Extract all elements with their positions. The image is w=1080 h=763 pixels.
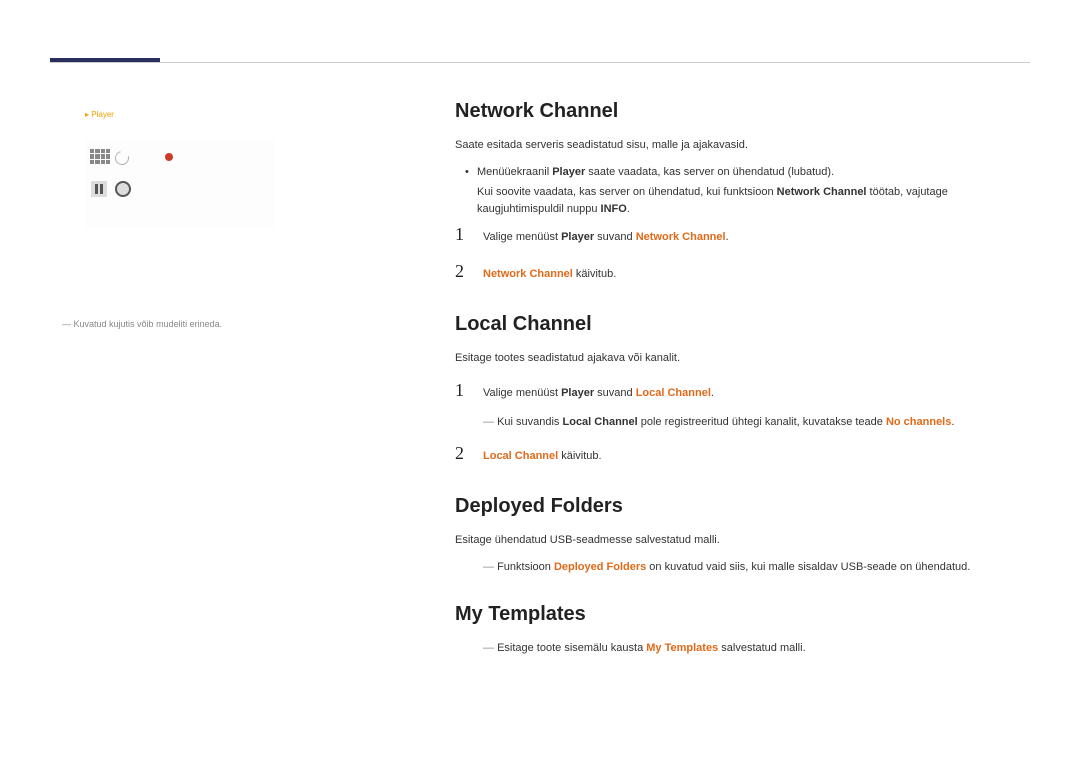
step-number: 2 <box>455 440 483 467</box>
grid-icon <box>90 149 110 169</box>
nc-step-2: 2 Network Channel käivitub. <box>455 258 1025 285</box>
header-divider <box>50 62 1030 63</box>
section-title-local-channel: Local Channel <box>455 313 1025 336</box>
player-preview-thumbnail <box>85 139 275 229</box>
step-number: 1 <box>455 377 483 404</box>
nc-step-1: 1 Valige menüüst Player suvand Network C… <box>455 221 1025 248</box>
step-number: 2 <box>455 258 483 285</box>
mt-note: Esitage toote sisemälu kausta My Templat… <box>483 640 1025 657</box>
pause-icon <box>91 181 107 197</box>
section-title-my-templates: My Templates <box>455 603 1025 626</box>
nc-bullet-1: Menüüekraanil Player saate vaadata, kas … <box>477 164 1025 181</box>
step-number: 1 <box>455 221 483 248</box>
pin-icon <box>165 153 173 161</box>
section-title-deployed-folders: Deployed Folders <box>455 495 1025 518</box>
moon-icon <box>112 148 131 167</box>
sidebar-disclaimer: ― Kuvatud kujutis võib mudeliti erineda. <box>62 319 320 329</box>
sidebar: Player ― Kuvatud kujutis võib mudeliti e… <box>60 110 320 329</box>
section-title-network-channel: Network Channel <box>455 100 1025 123</box>
lc-note: Kui suvandis Local Channel pole registre… <box>483 414 1025 431</box>
lc-intro: Esitage tootes seadistatud ajakava või k… <box>455 350 1025 367</box>
df-intro: Esitage ühendatud USB-seadmesse salvesta… <box>455 532 1025 549</box>
lc-step-2: 2 Local Channel käivitub. <box>455 440 1025 467</box>
player-mode-label: Player <box>85 110 320 119</box>
clock-icon <box>115 181 131 197</box>
lc-step-1: 1 Valige menüüst Player suvand Local Cha… <box>455 377 1025 404</box>
df-note: Funktsioon Deployed Folders on kuvatud v… <box>483 559 1025 576</box>
nc-intro: Saate esitada serveris seadistatud sisu,… <box>455 137 1025 154</box>
main-content: Network Channel Saate esitada serveris s… <box>455 100 1025 667</box>
nc-bullet-2: Kui soovite vaadata, kas server on ühend… <box>477 184 1025 217</box>
